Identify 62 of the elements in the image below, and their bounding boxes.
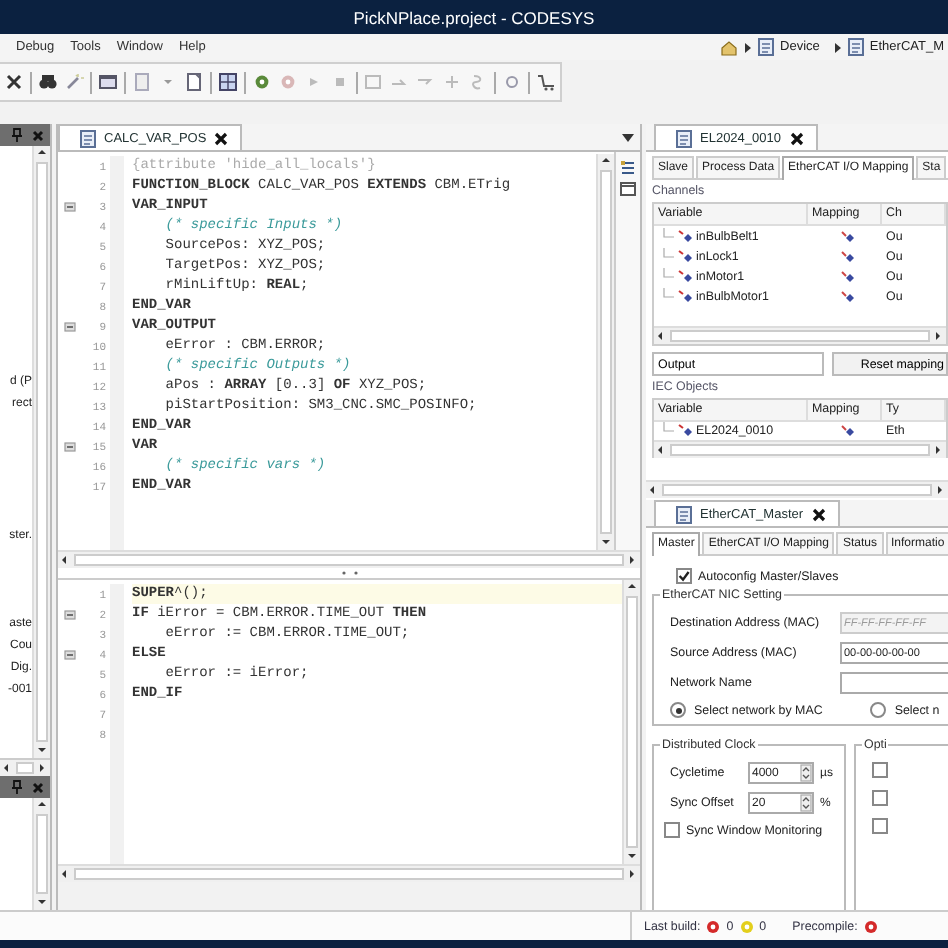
error-icon [706,919,721,933]
grid-icon[interactable] [218,72,238,92]
mapping-icon [839,424,853,438]
vertical-scrollbar[interactable] [622,580,640,864]
collapse-icon[interactable] [64,649,76,659]
checkbox[interactable] [872,762,888,778]
frame-icon[interactable] [620,182,636,196]
close-icon[interactable] [4,72,24,92]
radio-button[interactable] [670,702,686,718]
close-icon[interactable] [789,131,803,145]
variable-icon [678,229,692,243]
arrow-icon [833,41,842,53]
window-icon[interactable] [98,72,118,92]
list-icon[interactable] [620,160,636,176]
checkbox[interactable] [872,818,888,834]
warning-icon [739,919,754,933]
checkbox[interactable] [872,790,888,806]
vertical-scrollbar[interactable] [596,154,614,550]
checkbox[interactable] [664,822,680,838]
mapping-icon [839,249,853,263]
horizontal-scrollbar[interactable] [0,758,50,776]
window-title: PickNPlace.project - CODESYS [353,7,595,27]
mapping-icon [839,289,853,303]
binoculars-icon[interactable] [38,72,58,92]
horizontal-scrollbar[interactable] [654,326,946,344]
check-icon [678,570,690,582]
variable-icon [678,249,692,263]
mapping-icon [839,229,853,243]
spin-arrows-icon [800,764,812,782]
close-icon[interactable] [811,507,826,521]
breakpoint-icon[interactable] [502,72,522,92]
document-icon [676,129,692,147]
horizontal-scrollbar[interactable] [58,864,640,882]
pin-icon[interactable] [12,128,22,142]
collapse-icon[interactable] [64,201,76,211]
horizontal-scrollbar[interactable] [654,440,946,458]
horizontal-scrollbar[interactable] [646,480,948,498]
variable-icon [678,424,692,438]
dropdown-icon[interactable] [622,134,634,142]
document-icon [676,505,692,523]
checkbox[interactable] [676,568,692,584]
document-icon[interactable] [184,72,204,92]
home-icon[interactable] [720,39,739,55]
document-icon [80,129,96,147]
radio-button[interactable] [870,702,887,718]
cart-icon[interactable] [536,72,556,92]
text-field[interactable] [840,672,948,694]
close-icon[interactable] [214,131,229,145]
horizontal-scrollbar[interactable] [58,550,640,568]
splitter-icon[interactable] [339,570,359,576]
vertical-scrollbar[interactable] [32,146,50,758]
collapse-icon[interactable] [64,321,76,331]
vertical-scrollbar[interactable] [32,798,50,910]
collapse-icon[interactable] [64,441,76,451]
arrow-icon [744,41,753,53]
spin-arrows-icon [800,794,812,812]
error-icon [863,919,878,933]
collapse-icon[interactable] [64,609,76,619]
variable-icon [678,269,692,283]
variable-icon [678,289,692,303]
pin-icon[interactable] [12,780,22,794]
mapping-icon [839,269,853,283]
